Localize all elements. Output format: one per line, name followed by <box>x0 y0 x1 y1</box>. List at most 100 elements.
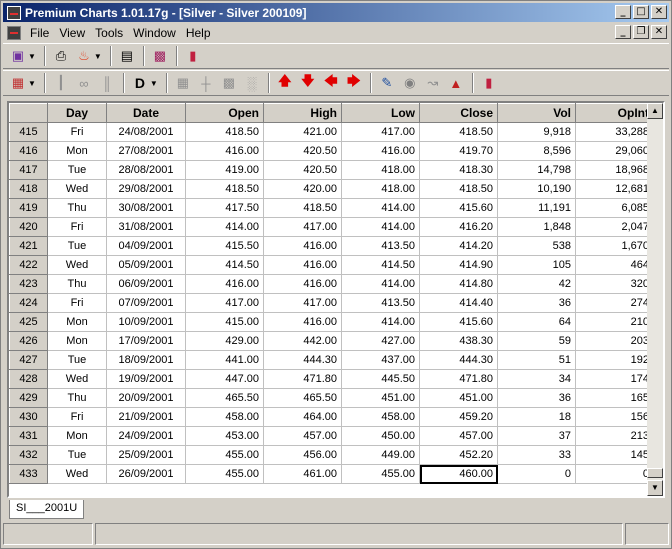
cell-open[interactable]: 417.50 <box>185 198 264 218</box>
table-row[interactable]: 416 Mon 27/08/2001 416.00 420.50 416.00 419.70… <box>9 141 654 161</box>
cell-close[interactable]: 460.00 <box>419 464 498 484</box>
grid-view-icon[interactable]: ▦ <box>7 73 29 93</box>
cell-row-number[interactable]: 416 <box>9 141 48 161</box>
cell-close[interactable]: 452.20 <box>419 445 498 465</box>
cell-close[interactable]: 418.50 <box>419 122 498 142</box>
cell-close[interactable]: 414.20 <box>419 236 498 256</box>
table-row[interactable]: 427 Tue 18/09/2001 441.00 444.30 437.00 444.30… <box>9 350 654 370</box>
cell-row-number[interactable]: 431 <box>9 426 48 446</box>
cell-date[interactable]: 21/09/2001 <box>106 407 186 427</box>
cell-open[interactable]: 418.50 <box>185 122 264 142</box>
cell-low[interactable]: 414.00 <box>341 217 420 237</box>
cell-day[interactable]: Mon <box>47 141 107 161</box>
cell-opint[interactable]: 320 <box>575 274 654 294</box>
trend-icon[interactable]: ↝ <box>422 73 444 93</box>
cell-high[interactable]: 461.00 <box>263 464 342 484</box>
cell-low[interactable]: 413.50 <box>341 293 420 313</box>
cell-open[interactable]: 455.00 <box>185 445 264 465</box>
fire-icon[interactable]: ♨ <box>73 46 95 66</box>
column-header-date[interactable]: Date <box>106 103 186 123</box>
cell-high[interactable]: 444.30 <box>263 350 342 370</box>
cell-open[interactable]: 447.00 <box>185 369 264 389</box>
cell-vol[interactable]: 10,190 <box>497 179 576 199</box>
cell-vol[interactable]: 34 <box>497 369 576 389</box>
cell-vol[interactable]: 36 <box>497 293 576 313</box>
cell-vol[interactable]: 8,596 <box>497 141 576 161</box>
cell-date[interactable]: 07/09/2001 <box>106 293 186 313</box>
cell-high[interactable]: 416.00 <box>263 255 342 275</box>
candle-chart-icon[interactable]: ║ <box>96 73 118 93</box>
cell-close[interactable]: 418.50 <box>419 179 498 199</box>
cell-high[interactable]: 465.50 <box>263 388 342 408</box>
table-row[interactable]: 433 Wed 26/09/2001 455.00 461.00 455.00 460.00… <box>9 464 654 484</box>
cell-date[interactable]: 26/09/2001 <box>106 464 186 484</box>
cell-open[interactable]: 416.00 <box>185 141 264 161</box>
cell-opint[interactable]: 165 <box>575 388 654 408</box>
cell-low[interactable]: 455.00 <box>341 464 420 484</box>
cell-high[interactable]: 420.00 <box>263 179 342 199</box>
edit-icon[interactable]: ✎ <box>376 73 398 93</box>
cell-date[interactable]: 17/09/2001 <box>106 331 186 351</box>
cell-open[interactable]: 429.00 <box>185 331 264 351</box>
cell-low[interactable]: 445.50 <box>341 369 420 389</box>
cell-low[interactable]: 414.50 <box>341 255 420 275</box>
cell-low[interactable]: 458.00 <box>341 407 420 427</box>
cell-day[interactable]: Tue <box>47 350 107 370</box>
title-bar[interactable]: Premium Charts 1.01.17g - [Silver - Silv… <box>3 3 669 22</box>
cell-vol[interactable]: 11,191 <box>497 198 576 218</box>
grid-icon[interactable]: ▦ <box>172 73 194 93</box>
link-icon[interactable]: ∞ <box>73 73 95 93</box>
table-row[interactable]: 417 Tue 28/08/2001 419.00 420.50 418.00 418.30… <box>9 160 654 180</box>
cell-close[interactable]: 438.30 <box>419 331 498 351</box>
cell-high[interactable]: 418.50 <box>263 198 342 218</box>
cell-opint[interactable]: 213 <box>575 426 654 446</box>
cell-date[interactable]: 25/09/2001 <box>106 445 186 465</box>
cell-close[interactable]: 414.80 <box>419 274 498 294</box>
cell-low[interactable]: 413.50 <box>341 236 420 256</box>
document-chart-icon[interactable] <box>7 25 21 40</box>
arrow-down-icon[interactable]: 🡇 <box>297 73 319 93</box>
cell-vol[interactable]: 14,798 <box>497 160 576 180</box>
data-grid[interactable]: Day Date Open High Low Close Vol OpInt 415 Fri 24… <box>7 101 665 498</box>
cell-close[interactable]: 451.00 <box>419 388 498 408</box>
cell-day[interactable]: Wed <box>47 464 107 484</box>
column-header-opint[interactable]: OpInt <box>575 103 654 123</box>
cell-opint[interactable]: 210 <box>575 312 654 332</box>
table-row[interactable]: 415 Fri 24/08/2001 418.50 421.00 417.00 418.50… <box>9 122 654 142</box>
table-row[interactable]: 429 Thu 20/09/2001 465.50 465.50 451.00 451.00… <box>9 388 654 408</box>
minimize-button[interactable]: _ <box>615 5 631 19</box>
period-selector-icon[interactable]: D <box>129 73 151 93</box>
cell-vol[interactable]: 37 <box>497 426 576 446</box>
bar-chart-icon[interactable]: ┃ <box>50 73 72 93</box>
cell-row-number[interactable]: 423 <box>9 274 48 294</box>
cell-row-number[interactable]: 428 <box>9 369 48 389</box>
close-button[interactable]: ✕ <box>651 5 667 19</box>
column-header-high[interactable]: High <box>263 103 342 123</box>
cell-opint[interactable]: 464 <box>575 255 654 275</box>
cell-vol[interactable]: 51 <box>497 350 576 370</box>
cell-opint[interactable]: 12,681 <box>575 179 654 199</box>
cell-high[interactable]: 416.00 <box>263 312 342 332</box>
arrow-right-icon[interactable]: 🡆 <box>343 73 365 93</box>
doc-close-button[interactable]: ✕ <box>651 25 667 39</box>
cell-close[interactable]: 459.20 <box>419 407 498 427</box>
cell-day[interactable]: Mon <box>47 312 107 332</box>
cell-row-number[interactable]: 421 <box>9 236 48 256</box>
cell-row-number[interactable]: 417 <box>9 160 48 180</box>
cell-day[interactable]: Wed <box>47 255 107 275</box>
cell-row-number[interactable]: 425 <box>9 312 48 332</box>
chevron-down-icon[interactable]: ▼ <box>94 52 102 61</box>
cell-date[interactable]: 06/09/2001 <box>106 274 186 294</box>
cell-date[interactable]: 24/08/2001 <box>106 122 186 142</box>
doc-restore-button[interactable]: ❐ <box>633 25 649 39</box>
cell-high[interactable]: 421.00 <box>263 122 342 142</box>
cell-low[interactable]: 427.00 <box>341 331 420 351</box>
computer-icon[interactable]: ▤ <box>116 46 138 66</box>
menu-file[interactable]: File <box>25 26 54 40</box>
table-row[interactable]: 432 Tue 25/09/2001 455.00 456.00 449.00 452.20… <box>9 445 654 465</box>
cell-open[interactable]: 453.00 <box>185 426 264 446</box>
scroll-up-icon[interactable]: ▲ <box>647 103 663 119</box>
cell-close[interactable]: 414.90 <box>419 255 498 275</box>
cell-open[interactable]: 414.00 <box>185 217 264 237</box>
column-header-open[interactable]: Open <box>185 103 264 123</box>
